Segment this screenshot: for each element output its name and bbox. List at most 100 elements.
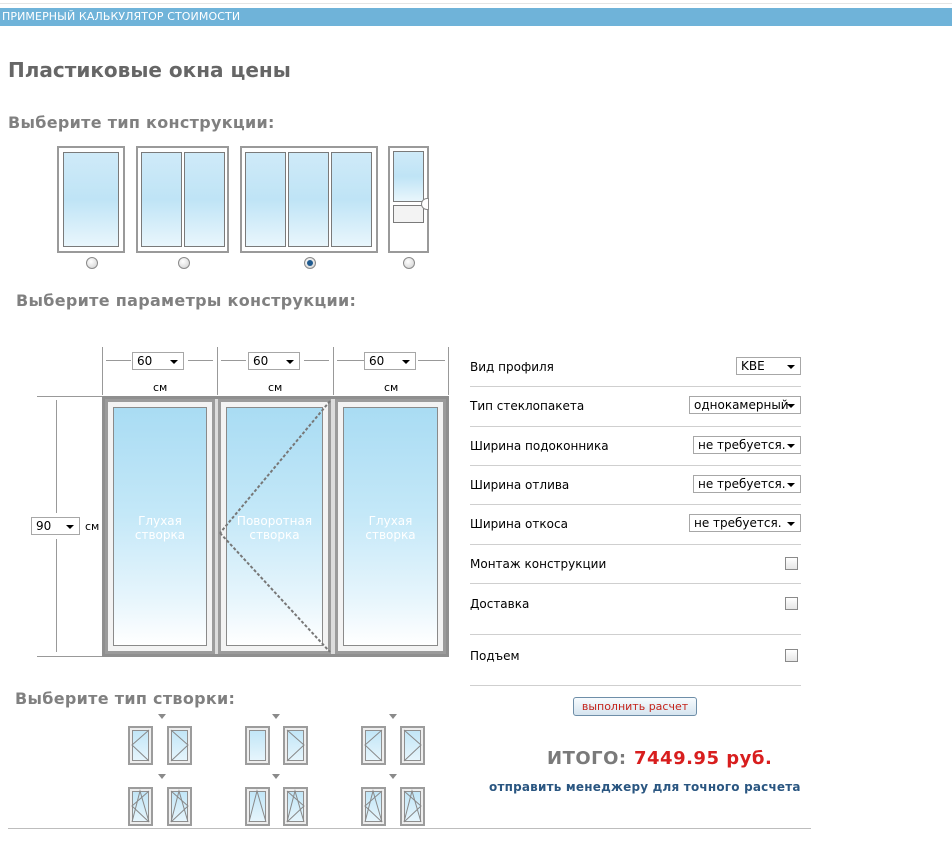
dim-guide <box>102 347 103 395</box>
door-glass-top <box>393 151 424 202</box>
lift-checkbox[interactable] <box>785 649 798 662</box>
glass-unit-value: однокамерный <box>694 398 789 412</box>
sash-3-label-line2: створка <box>365 528 416 542</box>
delivery-checkbox[interactable] <box>785 597 798 610</box>
param-label: Подъем <box>470 649 520 663</box>
sash-option-5-bottom[interactable] <box>361 787 386 826</box>
param-label: Ширина подоконника <box>470 439 609 453</box>
param-label: Тип стеклопакета <box>470 399 585 413</box>
tilt-turn-icon <box>131 789 150 823</box>
param-row-lift: Подъем <box>470 635 801 686</box>
drip-width-value: не требуется. <box>698 477 786 491</box>
param-row-install: Монтаж конструкции <box>470 544 801 584</box>
turn-icon <box>286 729 305 762</box>
slope-width-select[interactable]: не требуется. <box>689 514 801 532</box>
sash-option-6-top[interactable] <box>400 726 425 765</box>
width-select-2[interactable]: 60 <box>248 352 300 370</box>
sash-option-3-bottom[interactable] <box>245 787 270 826</box>
sash-1[interactable]: Глухая створка <box>105 399 215 654</box>
construction-type-4-radio[interactable] <box>403 257 415 269</box>
door-handle-icon <box>421 198 429 210</box>
send-to-manager-link[interactable]: отправить менеджеру для точного расчета <box>489 780 801 794</box>
pane-glass <box>184 152 225 247</box>
sash-2[interactable]: Поворотная створка <box>218 399 331 654</box>
sash-option-1-top[interactable] <box>128 726 153 765</box>
sash-1-label-line1: Глухая <box>138 514 182 528</box>
width-unit-2: см <box>268 381 283 394</box>
page-title: Пластиковые окна цены <box>8 58 291 82</box>
pane-glass <box>288 152 329 247</box>
tilt-icon <box>364 729 383 762</box>
sash-3-glass: Глухая створка <box>343 407 438 646</box>
profile-value: KBE <box>741 359 765 373</box>
sash-option-3-top[interactable] <box>245 726 270 765</box>
calculator-title: ПРИМЕРНЫЙ КАЛЬКУЛЯТОР СТОИМОСТИ <box>2 10 241 23</box>
dim-guide <box>333 347 334 395</box>
pane-glass <box>245 152 286 247</box>
construction-type-2-pane[interactable] <box>136 146 229 253</box>
width-unit-3: см <box>384 381 399 394</box>
param-label: Ширина отлива <box>470 478 570 492</box>
dim-line <box>221 360 246 361</box>
total-label: ИТОГО: <box>547 748 627 769</box>
chevron-down-icon <box>787 404 795 408</box>
turn-icon <box>403 729 422 762</box>
construction-type-3-pane[interactable] <box>240 146 378 253</box>
width-unit-1: см <box>153 381 168 394</box>
profile-select[interactable]: KBE <box>736 357 801 375</box>
chevron-down-icon <box>170 360 178 364</box>
dim-line <box>188 360 213 361</box>
glass-unit-select[interactable]: однокамерный <box>689 396 801 414</box>
install-checkbox[interactable] <box>785 557 798 570</box>
sash-3-label: Глухая створка <box>344 514 437 542</box>
tilt-turn-icon <box>170 789 189 823</box>
sash-option-6-bottom[interactable] <box>400 787 425 826</box>
door-glass-mid <box>393 205 424 223</box>
sill-width-select[interactable]: не требуется. <box>693 436 801 454</box>
sash-picker-arrow-icon <box>389 714 397 719</box>
width-value-1: 60 <box>137 354 153 368</box>
sash-3[interactable]: Глухая створка <box>335 399 446 654</box>
sash-option-2-bottom[interactable] <box>167 787 192 826</box>
dim-guide <box>37 396 102 397</box>
dim-guide <box>217 347 218 395</box>
tilt-icon <box>131 729 150 762</box>
sash-option-1-bottom[interactable] <box>128 787 153 826</box>
slope-width-value: не требуется. <box>694 516 782 530</box>
width-select-1[interactable]: 60 <box>132 352 184 370</box>
param-row-profile: Вид профиля KBE <box>470 347 801 387</box>
dim-line <box>56 539 57 652</box>
height-select[interactable]: 90 <box>31 517 80 535</box>
construction-type-balcony-door[interactable] <box>388 146 429 253</box>
sash-option-2-top[interactable] <box>167 726 192 765</box>
width-value-3: 60 <box>369 354 385 368</box>
construction-type-3-radio[interactable] <box>304 257 316 269</box>
construction-type-1-pane[interactable] <box>57 146 125 253</box>
sash-picker-arrow-icon <box>389 774 397 779</box>
sill-width-value: не требуется. <box>698 438 786 452</box>
param-label: Ширина откоса <box>470 517 568 531</box>
total-value: 7449.95 руб. <box>634 748 773 769</box>
sash-3-label-line1: Глухая <box>368 514 413 528</box>
sash-option-4-top[interactable] <box>283 726 308 765</box>
sash-option-4-bottom[interactable] <box>283 787 308 826</box>
sash-picker-arrow-icon <box>158 714 166 719</box>
dim-line <box>337 360 364 361</box>
chevron-down-icon <box>787 444 795 448</box>
dim-guide <box>37 656 102 657</box>
width-select-3[interactable]: 60 <box>364 352 416 370</box>
chevron-down-icon <box>787 483 795 487</box>
turn-icon <box>170 729 189 762</box>
param-row-delivery: Доставка <box>470 584 801 635</box>
construction-type-1-radio[interactable] <box>86 257 98 269</box>
dim-line <box>106 360 131 361</box>
chevron-down-icon <box>787 522 795 526</box>
construction-type-2-radio[interactable] <box>178 257 190 269</box>
sash-option-5-top[interactable] <box>361 726 386 765</box>
dim-line <box>56 400 57 513</box>
calculate-button[interactable]: выполнить расчет <box>573 697 697 716</box>
construction-params-heading: Выберите параметры конструкции: <box>16 291 357 310</box>
drip-width-select[interactable]: не требуется. <box>693 475 801 493</box>
sash-picker-arrow-icon <box>272 774 280 779</box>
dim-line <box>418 360 445 361</box>
